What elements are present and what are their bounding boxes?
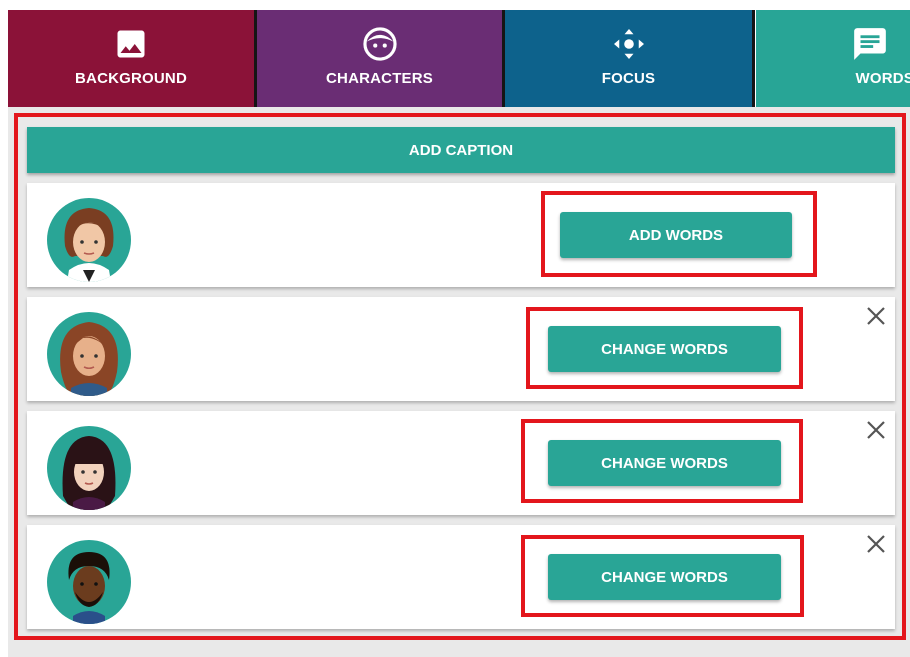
woman-auburn-long-avatar[interactable] [47,312,131,396]
add-caption-button[interactable]: ADD CAPTION [27,127,895,173]
change-words-button[interactable]: CHANGE WORDS [548,554,781,600]
close-icon[interactable] [865,305,887,327]
image-icon [111,24,151,64]
top-tab-bar: BACKGROUND CHARACTERS FOCUS WORDS [0,0,910,107]
move-arrows-icon [609,24,649,64]
tab-background[interactable]: BACKGROUND [8,10,254,107]
close-icon[interactable] [865,533,887,555]
tab-characters[interactable]: CHARACTERS [257,10,502,107]
face-icon [360,24,400,64]
tab-label: WORDS [855,70,910,87]
caption-row: ADD WORDS [27,183,895,287]
comment-icon [850,24,890,64]
caption-row: CHANGE WORDS [27,525,895,629]
change-words-button[interactable]: CHANGE WORDS [548,440,781,486]
tab-divider [752,10,755,107]
caption-row: CHANGE WORDS [27,297,895,401]
tab-label: FOCUS [601,70,656,87]
caption-row: CHANGE WORDS [27,411,895,515]
woman-brown-bob-avatar[interactable] [47,198,131,282]
woman-dark-bangs-avatar[interactable] [47,426,131,510]
man-curly-beard-avatar[interactable] [47,540,131,624]
tab-focus[interactable]: FOCUS [505,10,752,107]
tab-label: BACKGROUND [75,70,187,87]
tab-label: CHARACTERS [326,70,433,87]
add-words-button[interactable]: ADD WORDS [560,212,792,258]
tab-words[interactable]: WORDS [756,10,910,107]
close-icon[interactable] [865,419,887,441]
change-words-button[interactable]: CHANGE WORDS [548,326,781,372]
